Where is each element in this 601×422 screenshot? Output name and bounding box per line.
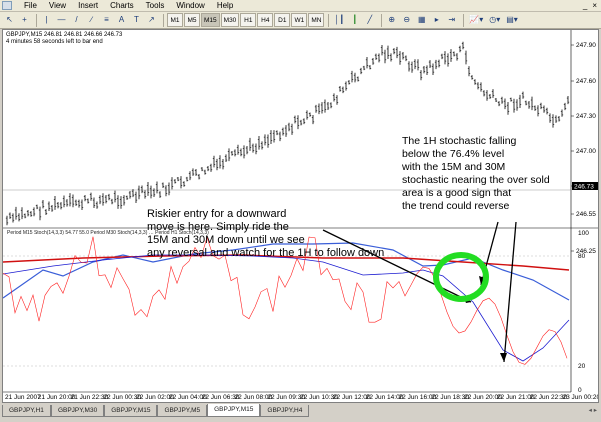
annotation-right-line: the trend could reverse xyxy=(402,200,510,212)
indicator-level-label: 20 xyxy=(578,363,586,370)
price-tick-label: 247.60 xyxy=(576,78,596,85)
label-icon[interactable]: T xyxy=(130,13,143,27)
toolbar-separator xyxy=(381,13,383,27)
annotation-left-line: any reversal and watch for the 1H to fol… xyxy=(147,247,384,259)
toolbar-separator xyxy=(36,13,37,27)
annotation-right-line: with the 15M and 30M xyxy=(401,161,505,173)
price-axis: 247.90247.60247.30247.00246.65246.55246.… xyxy=(571,42,596,394)
menu-file[interactable]: File xyxy=(18,0,43,12)
periods-icon[interactable]: ◷▾ xyxy=(487,13,502,27)
window-controls: _ × xyxy=(583,1,597,10)
bar-timer-line: 4 minutes 58 seconds left to bar end xyxy=(6,39,103,45)
tab-scroll-arrows-icon[interactable]: ◂ ▸ xyxy=(589,406,597,414)
indicator-level-label: 100 xyxy=(578,230,589,237)
cursor-icon[interactable]: ↖ xyxy=(3,13,16,27)
period-m5[interactable]: M5 xyxy=(184,13,200,27)
menu-view[interactable]: View xyxy=(43,0,72,12)
arrows-icon[interactable]: ↗ xyxy=(145,13,158,27)
menu-help[interactable]: Help xyxy=(211,0,239,12)
price-tick-label: 247.90 xyxy=(576,42,596,49)
toolbar: ↖ + | — / ∕ ≡ A T ↗ M1 M5 M15 M30 H1 H4 … xyxy=(0,12,601,29)
toolbar-separator xyxy=(328,13,330,27)
zoom-out-icon[interactable]: ⊖ xyxy=(400,13,413,27)
minimize-icon[interactable]: _ xyxy=(583,1,587,10)
period-m15[interactable]: M15 xyxy=(201,13,220,27)
annotation-left-line: Riskier entry for a downward xyxy=(147,208,286,220)
tab-gbpjpy-m30[interactable]: GBPJPY,M30 xyxy=(50,405,105,417)
annotation-right-line: stochastic nearing the over sold xyxy=(402,174,550,186)
chart-shift-icon[interactable]: ⇥ xyxy=(445,13,458,27)
text-icon[interactable]: A xyxy=(115,13,128,27)
bar-chart-icon[interactable]: │┃ xyxy=(332,13,346,27)
period-d1[interactable]: D1 xyxy=(274,13,291,27)
tab-gbpjpy-h4[interactable]: GBPJPY,H4 xyxy=(260,405,310,417)
time-tick-label: 21 Jun 2007 xyxy=(5,394,41,401)
price-tick-label: 247.00 xyxy=(576,148,596,155)
channel-icon[interactable]: ∕ xyxy=(85,13,98,27)
annotation-right-line: The 1H stochastic falling xyxy=(402,135,517,147)
chart-tabs: GBPJPY,H1 GBPJPY,M30 GBPJPY,M15 GBPJPY,M… xyxy=(0,404,601,422)
chart-window[interactable]: Riskier entry for a downward move is here… xyxy=(2,29,599,403)
chart-canvas[interactable]: Riskier entry for a downwardmove is here… xyxy=(3,30,598,402)
chart-info: GBPJPY,M15 246.81 246.81 246.66 246.73 4… xyxy=(6,32,122,46)
period-w1[interactable]: W1 xyxy=(291,13,308,27)
menu-insert[interactable]: Insert xyxy=(72,0,104,12)
vertical-line-icon[interactable]: | xyxy=(40,13,53,27)
time-axis: 21 Jun 200721 Jun 20:0021 Jun 22:3022 Ju… xyxy=(5,394,598,401)
period-h1[interactable]: H1 xyxy=(240,13,257,27)
line-chart-icon[interactable]: ╱ xyxy=(363,13,376,27)
period-m1[interactable]: M1 xyxy=(167,13,183,27)
time-tick-label: 23 Jun 00:20 xyxy=(563,394,598,401)
chart-symbol-line: GBPJPY,M15 246.81 246.81 246.66 246.73 xyxy=(6,32,123,38)
crosshair-icon[interactable]: + xyxy=(18,13,31,27)
close-icon[interactable]: × xyxy=(592,1,597,10)
price-tick-label: 246.55 xyxy=(576,211,596,218)
tab-gbpjpy-h1[interactable]: GBPJPY,H1 xyxy=(2,405,51,417)
period-mn[interactable]: MN xyxy=(308,13,325,27)
period-m30[interactable]: M30 xyxy=(220,13,240,27)
horizontal-line-icon[interactable]: — xyxy=(55,13,68,27)
menu-charts[interactable]: Charts xyxy=(104,0,140,12)
zoom-in-icon[interactable]: ⊕ xyxy=(385,13,398,27)
fibonacci-icon[interactable]: ≡ xyxy=(100,13,113,27)
toolbar-separator xyxy=(163,13,164,27)
price-tick-label: 247.30 xyxy=(576,113,596,120)
menu-window[interactable]: Window xyxy=(170,0,210,12)
autoscroll-icon[interactable]: ▸ xyxy=(430,13,443,27)
indicator-level-label: 0 xyxy=(578,387,582,394)
templates-icon[interactable]: ▤▾ xyxy=(504,13,520,27)
annotation-right-line: area is a good sign that xyxy=(402,187,511,199)
current-price-label: 246.73 xyxy=(574,184,594,191)
candlestick-icon[interactable]: ┃ xyxy=(348,13,361,27)
menu-bar: File View Insert Charts Tools Window Hel… xyxy=(0,0,601,12)
trendline-icon[interactable]: / xyxy=(70,13,83,27)
annotation-right-line: below the 76.4% level xyxy=(402,148,504,160)
period-h4[interactable]: H4 xyxy=(257,13,274,27)
tab-gbpjpy-m15[interactable]: GBPJPY,M15 xyxy=(104,405,158,417)
indicators-icon[interactable]: 📈▾ xyxy=(467,13,485,27)
menu-tools[interactable]: Tools xyxy=(140,0,171,12)
tile-windows-icon[interactable]: ▦ xyxy=(415,13,428,27)
tab-gbpjpy-m15-active[interactable]: GBPJPY,M15 xyxy=(207,404,261,417)
app-icon[interactable] xyxy=(2,1,12,10)
toolbar-separator xyxy=(463,13,465,27)
tab-gbpjpy-m5[interactable]: GBPJPY,M5 xyxy=(157,405,208,417)
indicator-header: Period M15 Stoch(14,3,3) 54.77 55.0 Peri… xyxy=(7,230,209,236)
indicator-level-label: 80 xyxy=(578,253,586,260)
